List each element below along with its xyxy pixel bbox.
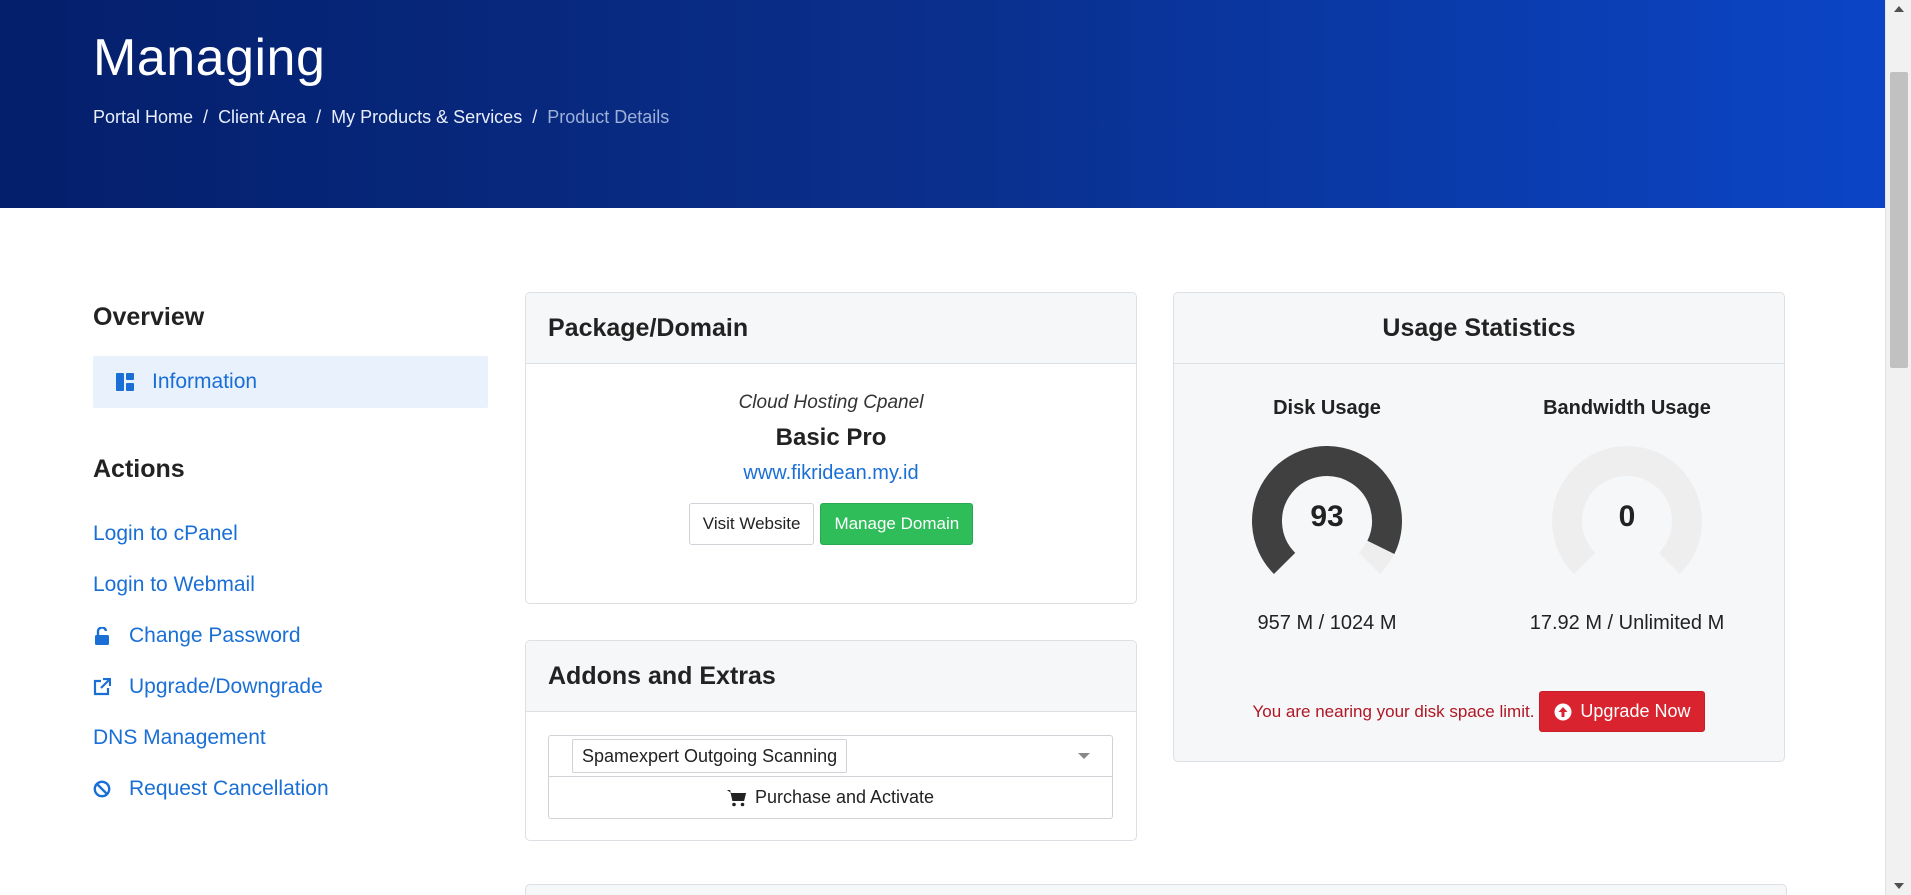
disk-usage-value: 957 M / 1024 M <box>1257 612 1397 634</box>
breadcrumb-portal-home[interactable]: Portal Home <box>93 107 193 128</box>
manage-domain-button[interactable]: Manage Domain <box>820 503 974 545</box>
package-domain-card: Package/Domain Cloud Hosting Cpanel Basi… <box>525 292 1137 604</box>
breadcrumb-separator: / <box>316 107 322 127</box>
page-scrollbar[interactable] <box>1885 0 1911 895</box>
disk-usage-title: Disk Usage <box>1273 397 1381 419</box>
arrow-circle-up-icon <box>1554 703 1572 721</box>
scroll-up-arrow-icon[interactable] <box>1894 6 1904 12</box>
scrollbar-thumb[interactable] <box>1890 72 1908 368</box>
sidebar-item-label: Information <box>152 370 258 393</box>
bandwidth-usage-gauge: 0 <box>1552 446 1702 575</box>
page-title: Managing <box>93 29 326 87</box>
addons-heading: Addons and Extras <box>526 641 1136 712</box>
addon-select[interactable]: Spamexpert Outgoing Scanning <box>548 735 1113 777</box>
sidebar-item-label: Login to cPanel <box>93 522 238 545</box>
cart-icon <box>726 789 747 807</box>
product-name: Basic Pro <box>775 424 887 451</box>
product-group: Cloud Hosting Cpanel <box>738 392 924 413</box>
upgrade-now-label: Upgrade Now <box>1580 701 1691 721</box>
dashboard-icon <box>116 373 134 391</box>
addon-selected-option[interactable]: Spamexpert Outgoing Scanning <box>572 739 848 773</box>
disk-warning-message: You are nearing your disk space limit. <box>1252 701 1535 721</box>
sidebar-item-label: Login to Webmail <box>93 573 255 596</box>
ban-icon <box>93 780 111 798</box>
next-section-card <box>525 884 1787 895</box>
actions-heading: Actions <box>93 455 185 483</box>
upgrade-downgrade-link[interactable]: Upgrade/Downgrade <box>93 675 323 699</box>
bandwidth-usage-value: 17.92 M / Unlimited M <box>1529 612 1725 634</box>
breadcrumb: Portal Home / Client Area / My Products … <box>93 107 669 128</box>
page-header: Managing Portal Home / Client Area / My … <box>0 0 1885 208</box>
bandwidth-usage-panel: Bandwidth Usage 0 17.92 M / Unlimited M <box>1477 397 1777 635</box>
breadcrumb-client-area[interactable]: Client Area <box>218 107 306 128</box>
breadcrumb-separator: / <box>203 107 209 127</box>
login-webmail-link[interactable]: Login to Webmail <box>93 573 255 597</box>
disk-usage-percent: 93 <box>1310 500 1343 533</box>
usage-statistics-heading: Usage Statistics <box>1174 293 1784 364</box>
change-password-link[interactable]: Change Password <box>93 624 301 648</box>
visit-website-button[interactable]: Visit Website <box>688 503 815 545</box>
disk-usage-panel: Disk Usage 93 957 M / 1024 M <box>1177 397 1477 635</box>
sidebar-item-label: DNS Management <box>93 726 266 749</box>
package-domain-heading: Package/Domain <box>526 293 1136 364</box>
breadcrumb-products-services[interactable]: My Products & Services <box>331 107 522 128</box>
usage-statistics-card: Usage Statistics Disk Usage 93 957 M / 1… <box>1173 292 1785 762</box>
breadcrumb-product-details: Product Details <box>547 107 670 127</box>
caret-down-icon[interactable] <box>1078 753 1090 759</box>
breadcrumb-separator: / <box>532 107 538 127</box>
disk-usage-gauge: 93 <box>1252 446 1402 575</box>
unlock-icon <box>93 627 111 645</box>
request-cancellation-link[interactable]: Request Cancellation <box>93 777 329 801</box>
sidebar-item-information[interactable]: Information <box>93 356 488 408</box>
disk-warning-row: You are nearing your disk space limit. U… <box>1174 691 1784 732</box>
login-cpanel-link[interactable]: Login to cPanel <box>93 522 238 546</box>
domain-link[interactable]: www.fikridean.my.id <box>526 462 1136 485</box>
purchase-activate-label: Purchase and Activate <box>754 787 935 807</box>
sidebar-item-label: Change Password <box>129 624 301 647</box>
purchase-activate-button[interactable]: Purchase and Activate <box>548 777 1113 819</box>
bandwidth-usage-percent: 0 <box>1619 500 1636 533</box>
sidebar-item-label: Upgrade/Downgrade <box>129 675 323 698</box>
overview-heading: Overview <box>93 303 205 331</box>
addons-card: Addons and Extras Spamexpert Outgoing Sc… <box>525 640 1137 841</box>
scroll-down-arrow-icon[interactable] <box>1894 883 1904 889</box>
sidebar-item-label: Request Cancellation <box>129 777 329 800</box>
bandwidth-usage-title: Bandwidth Usage <box>1543 397 1711 419</box>
upgrade-now-button[interactable]: Upgrade Now <box>1539 691 1706 732</box>
dns-management-link[interactable]: DNS Management <box>93 726 266 750</box>
external-link-icon <box>93 678 111 696</box>
